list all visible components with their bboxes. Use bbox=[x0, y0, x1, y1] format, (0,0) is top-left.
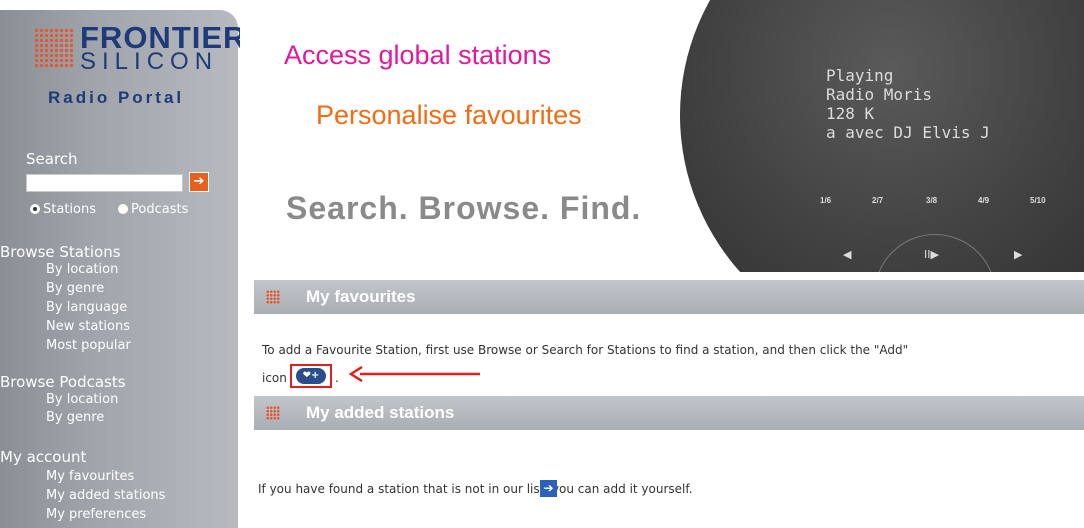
section-dots-icon bbox=[266, 406, 280, 420]
my-account-preferences[interactable]: My preferences bbox=[46, 507, 146, 523]
my-account-favourites[interactable]: My favourites bbox=[46, 469, 134, 485]
section-dots-icon bbox=[266, 290, 280, 304]
logo-dots-icon bbox=[34, 28, 74, 68]
browse-stations-heading[interactable]: Browse Stations bbox=[0, 243, 121, 261]
radio-stations-label: Stations bbox=[43, 201, 96, 217]
added-stations-section-bar: My added stations bbox=[254, 396, 1084, 430]
lcd-line: 128 K bbox=[826, 104, 875, 123]
search-go-button[interactable]: ➔ bbox=[189, 172, 209, 192]
promo-banner: Access global stations Personalise favou… bbox=[240, 0, 1084, 272]
add-icon-highlight: ❤+ bbox=[290, 364, 332, 388]
radio-podcasts[interactable] bbox=[118, 204, 128, 214]
favourites-section-bar: My favourites bbox=[254, 280, 1084, 314]
frontier-silicon-logo[interactable]: FRONTIER SILICON Radio Portal bbox=[34, 22, 245, 112]
preset-label: 2/7 bbox=[872, 196, 884, 205]
annotation-arrow-icon bbox=[348, 366, 480, 382]
tagline-access: Access global stations bbox=[284, 40, 552, 70]
my-account-heading[interactable]: My account bbox=[0, 448, 86, 466]
preset-label: 5/10 bbox=[1030, 196, 1046, 205]
play-pause-icon: II▶ bbox=[924, 248, 939, 261]
browse-podcasts-by-genre[interactable]: By genre bbox=[46, 410, 104, 426]
arrow-right-icon: ➔ bbox=[193, 174, 205, 189]
browse-podcasts-by-location[interactable]: By location bbox=[46, 392, 118, 408]
radio-stations[interactable] bbox=[30, 204, 40, 214]
search-option-stations[interactable]: Stations bbox=[30, 201, 96, 217]
favourites-instruction-suffix: . bbox=[335, 371, 339, 385]
my-account-added-stations[interactable]: My added stations bbox=[46, 488, 165, 504]
add-station-go-button[interactable]: ➔ bbox=[540, 480, 557, 497]
browse-stations-by-genre[interactable]: By genre bbox=[46, 281, 104, 297]
browse-stations-most-popular[interactable]: Most popular bbox=[46, 338, 131, 354]
search-label: Search bbox=[26, 150, 78, 168]
add-favourite-icon[interactable]: ❤+ bbox=[296, 368, 326, 384]
logo-brand-bottom: SILICON bbox=[80, 48, 219, 75]
lcd-line: a avec DJ Elvis J bbox=[826, 123, 990, 142]
preset-label: 1/6 bbox=[820, 196, 832, 205]
radio-podcasts-label: Podcasts bbox=[131, 201, 189, 217]
preset-label: 4/9 bbox=[978, 196, 990, 205]
logo-product-name: Radio Portal bbox=[48, 88, 185, 107]
search-option-podcasts[interactable]: Podcasts bbox=[118, 201, 188, 217]
arrow-right-icon: ➔ bbox=[543, 481, 554, 495]
browse-podcasts-heading[interactable]: Browse Podcasts bbox=[0, 373, 126, 391]
preset-label: 3/8 bbox=[926, 196, 938, 205]
favourites-instruction: To add a Favourite Station, first use Br… bbox=[262, 343, 909, 357]
added-stations-text: If you have found a station that is not … bbox=[258, 482, 693, 496]
favourites-title: My favourites bbox=[306, 287, 416, 306]
browse-stations-by-language[interactable]: By language bbox=[46, 300, 127, 316]
radio-lcd-display: Playing Radio Moris 128 K a avec DJ Elvi… bbox=[826, 66, 990, 142]
lcd-line: Radio Moris bbox=[826, 85, 932, 104]
tagline-search-browse-find: Search. Browse. Find. bbox=[286, 190, 642, 226]
favourites-instruction-icon-prefix: icon bbox=[262, 371, 287, 385]
browse-stations-by-location[interactable]: By location bbox=[46, 262, 118, 278]
prev-icon: ◀ bbox=[843, 248, 852, 261]
added-stations-title: My added stations bbox=[306, 403, 455, 422]
next-icon: ▶ bbox=[1014, 248, 1023, 261]
tagline-personalise: Personalise favourites bbox=[316, 100, 582, 130]
lcd-line: Playing bbox=[826, 66, 894, 85]
search-input[interactable] bbox=[26, 174, 183, 192]
sidebar: FRONTIER SILICON Radio Portal Search ➔ S… bbox=[0, 0, 245, 528]
browse-stations-new[interactable]: New stations bbox=[46, 319, 130, 335]
